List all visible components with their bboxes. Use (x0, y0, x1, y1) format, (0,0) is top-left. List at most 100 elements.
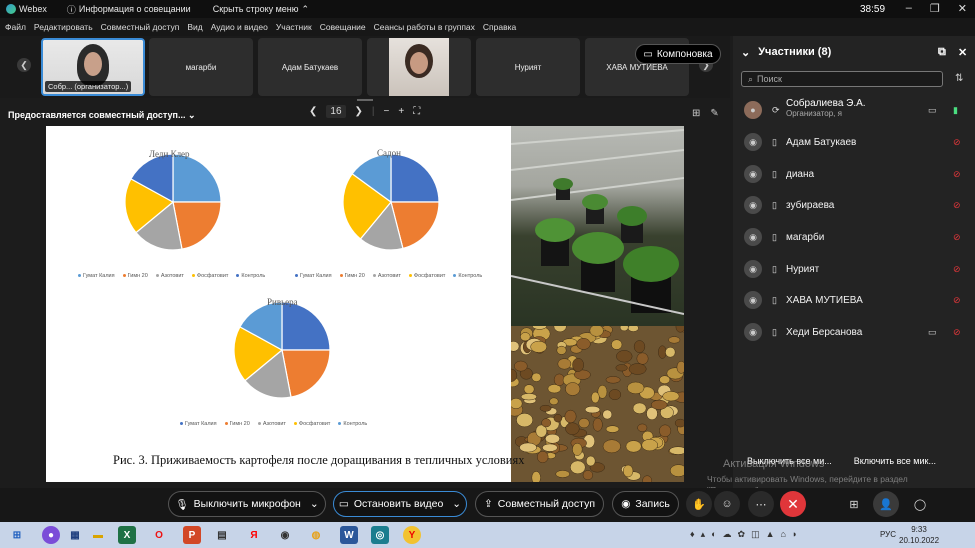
phone-icon: ▯ (772, 326, 777, 337)
menu-audio-video[interactable]: Аудио и видео (211, 22, 268, 32)
menu-edit[interactable]: Редактировать (34, 22, 93, 32)
sort-icon[interactable]: ⇅ (955, 73, 963, 84)
grid-icon[interactable]: ⊞ (692, 108, 700, 119)
potato (557, 358, 572, 370)
next-page-icon[interactable]: ❯ (355, 106, 363, 117)
browser-icon[interactable]: ● (42, 526, 60, 544)
clock[interactable]: 9:33 20.10.2022 (899, 524, 939, 546)
potato (565, 382, 581, 396)
language-indicator[interactable]: РУС (880, 530, 896, 539)
share-status-dropdown[interactable]: Предоставляется совместный доступ... ⌄ (8, 110, 196, 121)
mic-on-icon[interactable]: ▮ (953, 105, 958, 116)
close-icon[interactable]: ✕ (958, 2, 967, 15)
menu-help[interactable]: Справка (483, 22, 516, 32)
prev-page-icon[interactable]: ❮ (309, 106, 317, 117)
collapse-icon[interactable]: ⌄ (741, 46, 750, 59)
powerpoint-icon[interactable]: P (183, 526, 201, 544)
minimize-icon[interactable]: – (906, 2, 912, 15)
restore-icon[interactable]: ❐ (930, 2, 940, 15)
video-tile-adam[interactable]: Адам Батукаев (258, 38, 362, 96)
taskview-icon[interactable]: ▦ (66, 526, 84, 544)
calculator-icon[interactable]: ▤ (213, 526, 231, 544)
popout-icon[interactable]: ⧉ (938, 46, 946, 59)
more-options-icon[interactable]: ⋯ (748, 491, 774, 517)
zoom-in-icon[interactable]: + (398, 106, 404, 117)
camera-icon[interactable]: ▭ (928, 105, 937, 116)
mic-muted-icon[interactable]: ⊘ (953, 264, 961, 275)
mic-muted-icon[interactable]: ⊘ (953, 295, 961, 306)
meeting-info-button[interactable]: ⓘ Информация о совещании (67, 3, 191, 16)
reactions-icon[interactable]: ☺ (714, 491, 740, 517)
excel-icon[interactable]: X (118, 526, 136, 544)
word-icon[interactable]: W (340, 526, 358, 544)
mic-muted-icon[interactable]: ⊘ (953, 327, 961, 338)
potato (615, 364, 628, 372)
record-button[interactable]: ◉ Запись (612, 491, 679, 517)
layout-button[interactable]: ▭ Компоновка (635, 44, 721, 64)
potato (616, 350, 633, 363)
participant-row[interactable]: ◉ ▯ зубираева ⊘ (733, 191, 975, 219)
participant-row[interactable]: ◉ ▯ диана ⊘ (733, 160, 975, 188)
legend-item: Гумат Калия (295, 273, 332, 279)
strip-prev-icon[interactable]: ❮ (17, 58, 31, 72)
potato (669, 464, 684, 477)
opera-icon[interactable]: O (150, 526, 168, 544)
fit-icon[interactable]: ⛶ (413, 106, 420, 117)
potato (605, 376, 621, 384)
menu-share[interactable]: Совместный доступ (101, 22, 180, 32)
raise-hand-icon[interactable]: ✋ (686, 491, 712, 517)
video-tile-participant[interactable] (367, 38, 471, 96)
hide-menu-button[interactable]: Скрыть строку меню ⌃ (213, 4, 309, 15)
tile-label: магарби (185, 62, 217, 72)
unmute-all-button[interactable]: Включить все мик... (854, 456, 936, 466)
close-panel-icon[interactable]: ✕ (958, 46, 967, 59)
menu-view[interactable]: Вид (187, 22, 202, 32)
stop-video-button[interactable]: ▭ Остановить видео ⌄ (333, 491, 467, 517)
mic-muted-icon[interactable]: ⊘ (953, 169, 961, 180)
chat-icon[interactable]: ◯ (907, 491, 933, 517)
zoom-out-icon[interactable]: − (384, 106, 390, 117)
mic-muted-icon[interactable]: ⊘ (953, 232, 961, 243)
pie-charts (124, 153, 440, 399)
chevron-down-icon[interactable]: ⌄ (310, 498, 319, 510)
pie-slice (390, 153, 440, 203)
mic-muted-icon[interactable]: ⊘ (953, 137, 961, 148)
mic-muted-icon[interactable]: ⊘ (953, 200, 961, 211)
search-input[interactable]: ⌕ Поиск (741, 71, 943, 87)
video-tile-magarbi[interactable]: магарби (149, 38, 253, 96)
tray-icons[interactable]: ♦▴◐☁✿◫▲⌂◗ (690, 529, 803, 540)
participant-row[interactable]: ◉ ▯ Адам Батукаев ⊘ (733, 128, 975, 156)
participant-row[interactable]: ◉ ▯ Нурият ⊘ (733, 255, 975, 283)
yandex-browser-icon[interactable]: Y (403, 526, 421, 544)
mute-button[interactable]: 🎙 Выключить микрофон ⌄ (168, 491, 326, 517)
participant-name: Адам Батукаев (786, 136, 857, 148)
strip-resize-handle[interactable] (357, 99, 373, 101)
video-tile-organizer[interactable]: Собр... (организатор...) (41, 38, 145, 96)
participant-row[interactable]: ◉ ▯ магарби ⊘ (733, 223, 975, 251)
chrome-icon[interactable]: ◍ (307, 526, 325, 544)
share-button[interactable]: ⇪ Совместный доступ (475, 491, 604, 517)
chevron-down-icon[interactable]: ⌄ (452, 498, 461, 510)
apps-icon[interactable]: ⊞ (841, 491, 867, 517)
eye-icon[interactable]: ◉ (276, 526, 294, 544)
explorer-icon[interactable]: ▬ (89, 526, 107, 544)
end-call-icon[interactable]: ✕ (780, 491, 806, 517)
annotate-icon[interactable]: ✎ (710, 108, 718, 119)
menu-file[interactable]: Файл (5, 22, 26, 32)
phone-icon: ▯ (772, 263, 777, 274)
windows-start-icon[interactable]: ⊞ (8, 526, 26, 544)
camera-icon[interactable]: ▭ (928, 327, 937, 338)
menu-participant[interactable]: Участник (276, 22, 312, 32)
menu-breakout[interactable]: Сеансы работы в группах (374, 22, 475, 32)
participants-icon[interactable]: 👤 (873, 491, 899, 517)
avatar: ◉ (744, 165, 762, 183)
webex-taskbar-icon[interactable]: ◎ (371, 526, 389, 544)
participant-row[interactable]: ● ⟳ Собралиева Э.А. Организатор, я ▭ ▮ (733, 96, 975, 124)
menu-meeting[interactable]: Совещание (320, 22, 366, 32)
potato (511, 398, 523, 409)
page-number[interactable]: 16 (326, 105, 346, 118)
participant-row[interactable]: ◉ ▯ Хеди Берсанова ▭ ⊘ (733, 318, 975, 346)
video-tile-nuriyat[interactable]: Нурият (476, 38, 580, 96)
yandex-icon[interactable]: Я (245, 526, 263, 544)
participant-row[interactable]: ◉ ▯ ХАВА МУТИЕВА ⊘ (733, 286, 975, 314)
